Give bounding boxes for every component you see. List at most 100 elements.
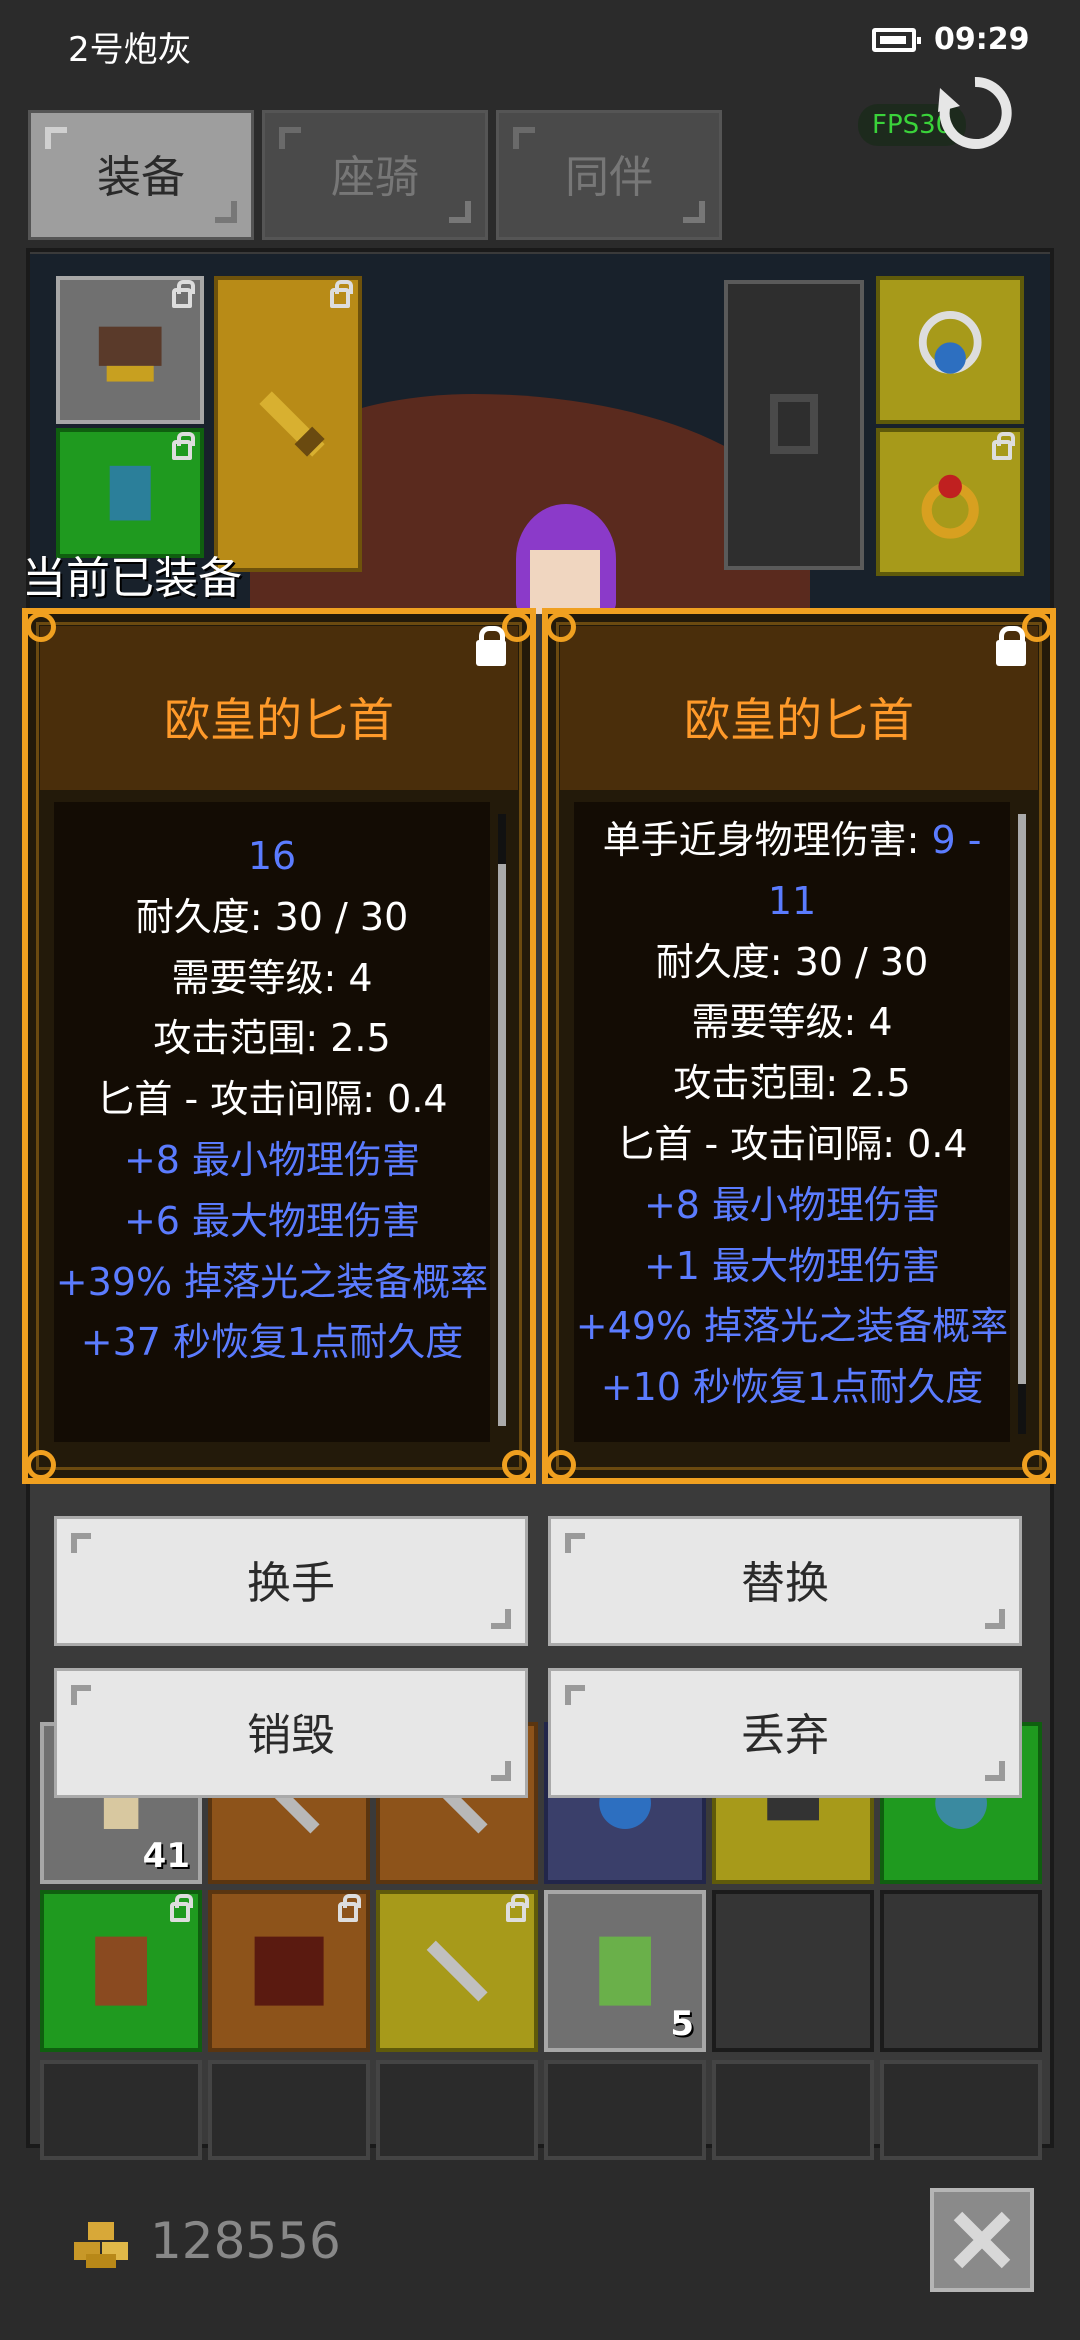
lock-icon[interactable] [996, 626, 1026, 666]
stat-line: 攻击范围: 2.5 [673, 1061, 911, 1106]
inventory-slot-empty[interactable] [880, 1890, 1042, 2052]
tab-mount[interactable]: 座骑 [262, 110, 488, 240]
button-label: 换手 [247, 1558, 335, 1609]
inventory-slot[interactable] [376, 1890, 538, 2052]
refresh-icon[interactable] [930, 68, 1020, 158]
button-label: 替换 [741, 1558, 829, 1609]
swap-hand-button[interactable]: 换手 [54, 1516, 528, 1646]
inventory-slot-empty[interactable] [880, 2060, 1042, 2160]
corner-decoration [491, 1761, 511, 1781]
stat-line: +37 秒恢复1点耐久度 [80, 1320, 464, 1365]
inventory-slot-empty[interactable] [544, 2060, 706, 2160]
corner-ornament [1022, 612, 1052, 642]
lock-icon [172, 432, 195, 460]
lock-icon [172, 280, 195, 308]
stat-line: 匕首 - 攻击间隔: 0.4 [616, 1121, 968, 1166]
destroy-button[interactable]: 销毁 [54, 1668, 528, 1798]
scrollbar[interactable] [498, 814, 506, 1426]
corner-decoration [985, 1761, 1005, 1781]
ring-slot[interactable] [876, 428, 1024, 576]
discard-button[interactable]: 丢弃 [548, 1668, 1022, 1798]
stat-line: 16 [247, 834, 297, 878]
close-button[interactable] [930, 2188, 1034, 2292]
inventory-slot[interactable] [40, 1890, 202, 2052]
corner-ornament [26, 1450, 56, 1480]
corner-ornament [502, 612, 532, 642]
item-quantity: 5 [670, 2004, 694, 2044]
stat-line: 耐久度: 30 / 30 [135, 894, 409, 939]
inventory-slot[interactable] [208, 1890, 370, 2052]
carrier-name: 2号炮灰 [68, 30, 192, 70]
inventory-slot-empty[interactable] [376, 2060, 538, 2160]
corner-decoration [449, 201, 471, 223]
red-armor-icon [254, 1936, 324, 2006]
stat-line: +8 最小物理伤害 [643, 1182, 941, 1227]
helmet-slot[interactable] [56, 276, 204, 424]
battery-icon [872, 28, 921, 52]
corner-decoration [71, 1533, 91, 1553]
item-title: 欧皇的匕首 [684, 693, 914, 747]
scrollbar-thumb[interactable] [498, 814, 506, 864]
corner-decoration [683, 201, 705, 223]
corner-decoration [71, 1685, 91, 1705]
hero-face [530, 550, 600, 614]
stat-line: 需要等级: 4 [171, 955, 373, 1000]
corner-decoration [279, 127, 301, 149]
lock-icon [330, 280, 353, 308]
corner-decoration [565, 1685, 585, 1705]
stat-line: 需要等级: 4 [691, 1000, 893, 1045]
stat-line: +49% 掉落光之装备概率 [575, 1304, 1009, 1349]
stat-line: +10 秒恢复1点耐久度 [600, 1365, 984, 1410]
stats-body[interactable]: 单手近身物理伤害: 9 - 11 耐久度: 30 / 30 需要等级: 4 攻击… [574, 802, 1010, 1442]
lock-icon [338, 1894, 361, 1922]
corner-decoration [513, 127, 535, 149]
stat-value: 9 - [931, 818, 982, 862]
amulet-icon [918, 310, 982, 374]
replace-button[interactable]: 替换 [548, 1516, 1022, 1646]
equipped-label: 当前已装备 [22, 553, 242, 604]
corner-decoration [45, 127, 67, 149]
scrollbar-thumb[interactable] [1018, 1384, 1026, 1434]
stat-line: 攻击范围: 2.5 [153, 1016, 391, 1061]
knife-icon [426, 1940, 488, 2002]
helmet-icon [98, 326, 162, 382]
stats-list: 16 耐久度: 30 / 30 需要等级: 4 攻击范围: 2.5 匕首 - 攻… [54, 826, 490, 1373]
scrollbar[interactable] [1018, 814, 1026, 1426]
stat-line: 11 [767, 878, 817, 923]
green-armor-icon [599, 1936, 651, 2006]
lock-icon[interactable] [476, 626, 506, 666]
weapon-slot[interactable] [214, 276, 362, 572]
amulet-slot[interactable] [876, 276, 1024, 424]
button-label: 销毁 [247, 1710, 335, 1761]
corner-decoration [565, 1533, 585, 1553]
inventory-slot-empty[interactable] [40, 2060, 202, 2160]
corner-ornament [26, 612, 56, 642]
equipped-item-tooltip: 欧皇的匕首 16 耐久度: 30 / 30 需要等级: 4 攻击范围: 2.5 … [22, 608, 536, 1484]
lock-icon [170, 1894, 193, 1922]
leather-armor-icon [95, 1936, 147, 2006]
tab-label: 同伴 [565, 152, 653, 203]
stat-line: 单手近身物理伤害: 9 - [574, 810, 1010, 871]
inventory-slot-empty[interactable] [712, 1890, 874, 2052]
stats-body[interactable]: 16 耐久度: 30 / 30 需要等级: 4 攻击范围: 2.5 匕首 - 攻… [54, 802, 490, 1442]
tab-companion[interactable]: 同伴 [496, 110, 722, 240]
offhand-slot[interactable] [724, 280, 864, 570]
tab-label: 座骑 [331, 152, 419, 203]
item-title: 欧皇的匕首 [164, 693, 394, 747]
stats-list: 单手近身物理伤害: 9 - 11 耐久度: 30 / 30 需要等级: 4 攻击… [574, 810, 1010, 1418]
corner-decoration [215, 201, 237, 223]
stat-line: 匕首 - 攻击间隔: 0.4 [96, 1077, 448, 1122]
corner-ornament [1022, 1450, 1052, 1480]
inventory-slot-empty[interactable] [712, 2060, 874, 2160]
corner-decoration [985, 1609, 1005, 1629]
status-time: 09:29 [934, 22, 1030, 57]
close-icon [953, 2211, 1011, 2269]
armor-slot[interactable] [56, 428, 204, 558]
inventory-slot-empty[interactable] [208, 2060, 370, 2160]
inventory-slot[interactable]: 5 [544, 1890, 706, 2052]
tab-label: 装备 [97, 152, 185, 203]
shield-placeholder-icon [770, 394, 818, 454]
stat-label: 单手近身物理伤害: [602, 818, 932, 862]
tab-equipment[interactable]: 装备 [28, 110, 254, 240]
item-quantity: 41 [142, 1836, 190, 1876]
